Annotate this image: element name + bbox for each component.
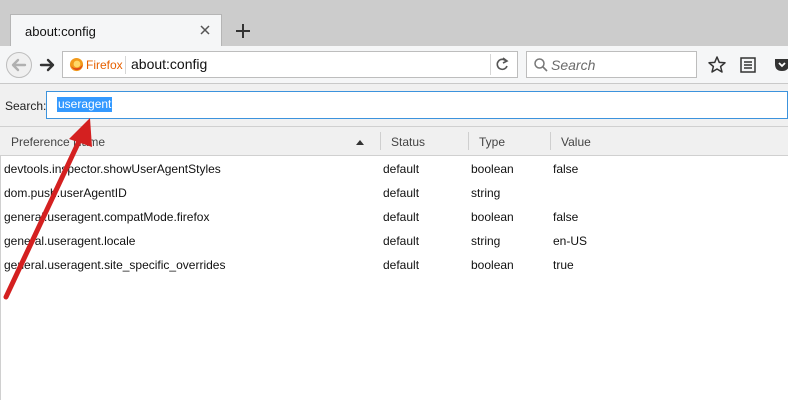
navigation-toolbar: Firefox about:config [0,46,788,84]
column-divider[interactable] [468,132,469,150]
column-header-status[interactable]: Status [391,135,425,149]
prefs-table-body: devtools.inspector.showUserAgentStyles d… [0,156,788,400]
filter-selected-text[interactable]: useragent [57,97,113,112]
pref-value-cell: true [553,258,574,272]
bookmarks-list-icon[interactable] [738,55,758,75]
url-text[interactable]: about:config [131,56,207,72]
back-button[interactable] [6,52,32,78]
pref-type-cell: string [471,186,501,200]
pref-status-cell: default [383,258,420,272]
pref-status-cell: default [383,210,420,224]
filter-label: Search: [5,99,47,113]
search-icon [534,58,548,72]
pref-type-cell: boolean [471,210,514,224]
pref-status-cell: default [383,162,420,176]
url-separator [125,56,126,74]
pref-value-cell: en-US [553,234,588,248]
pref-name-cell: general.useragent.site_specific_override… [4,258,226,272]
bookmark-star-icon[interactable] [707,55,727,75]
tab-title: about:config [25,24,96,39]
table-row[interactable]: general.useragent.locale default string … [1,228,788,252]
pref-search-input[interactable]: useragent [46,91,788,119]
firefox-logo-icon [69,57,84,72]
back-arrow-icon [11,58,27,72]
pref-status-cell: default [383,234,420,248]
table-row[interactable]: general.useragent.compatMode.firefox def… [1,204,788,228]
new-tab-icon[interactable] [232,20,254,42]
web-search-input[interactable] [551,55,691,74]
table-row[interactable]: dom.push.userAgentID default string [1,180,788,204]
pref-name-cell: dom.push.userAgentID [4,186,127,200]
column-divider[interactable] [550,132,551,150]
url-bar[interactable]: Firefox about:config [62,51,518,78]
pref-type-cell: string [471,234,501,248]
column-divider[interactable] [380,132,381,150]
sort-ascending-icon [356,140,364,145]
pocket-icon[interactable] [772,55,788,75]
reload-button[interactable] [490,54,513,75]
pref-value-cell: false [553,162,579,176]
close-icon[interactable] [197,22,213,38]
pref-name-cell: general.useragent.locale [4,234,136,248]
column-header-type[interactable]: Type [479,135,505,149]
column-header-preference-name[interactable]: Preference Name [11,135,105,149]
pref-type-cell: boolean [471,258,514,272]
reload-icon [496,57,509,71]
pref-type-cell: boolean [471,162,514,176]
tab-strip: about:config [0,0,788,46]
table-row[interactable]: general.useragent.site_specific_override… [1,252,788,276]
web-search-bar[interactable] [526,51,697,78]
identity-label[interactable]: Firefox [86,58,123,72]
pref-value-cell: false [553,210,579,224]
forward-arrow-icon[interactable] [37,54,59,76]
prefs-table-header: Preference Name Status Type Value [0,126,788,156]
pref-filter-row: Search: useragent [0,84,788,126]
table-row[interactable]: devtools.inspector.showUserAgentStyles d… [1,156,788,180]
tab-about-config[interactable]: about:config [10,14,222,46]
pref-status-cell: default [383,186,420,200]
pref-name-cell: devtools.inspector.showUserAgentStyles [4,162,221,176]
column-header-value[interactable]: Value [561,135,591,149]
pref-name-cell: general.useragent.compatMode.firefox [4,210,210,224]
